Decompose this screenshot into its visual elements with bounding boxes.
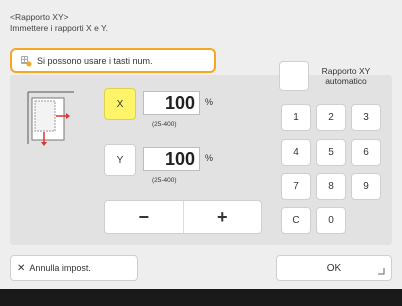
x-ratio-value: 100 — [164, 92, 195, 113]
ratio-stepper: − + — [104, 200, 262, 234]
x-unit: % — [205, 97, 214, 107]
y-range: (25-400) — [152, 177, 177, 184]
x-axis-button[interactable]: X — [104, 88, 136, 120]
y-axis-button[interactable]: Y — [104, 144, 136, 176]
key-7[interactable]: 7 — [281, 173, 311, 200]
auto-xy-ratio-label: Rapporto XY automatico — [316, 66, 376, 86]
decrease-button[interactable]: − — [105, 201, 183, 233]
cancel-settings-label: Annulla impost. — [29, 263, 91, 273]
ok-button[interactable]: OK — [276, 255, 392, 281]
y-ratio-field[interactable]: 100 — [143, 147, 200, 171]
close-icon: ✕ — [17, 262, 26, 274]
increase-button[interactable]: + — [184, 201, 262, 233]
key-clear[interactable]: C — [281, 207, 311, 234]
key-6[interactable]: 6 — [351, 139, 381, 166]
auto-xy-ratio-label-line1: Rapporto XY — [321, 66, 371, 76]
key-3[interactable]: 3 — [351, 104, 381, 131]
x-ratio-field[interactable]: 100 — [143, 91, 200, 115]
y-unit: % — [205, 153, 214, 163]
ok-label: OK — [326, 262, 342, 274]
y-axis-label: Y — [116, 154, 124, 166]
x-axis-label: X — [116, 98, 124, 110]
cancel-settings-button[interactable]: ✕ Annulla impost. — [10, 255, 138, 281]
numeric-keys-hint: Si possono usare i tasti num. — [10, 48, 216, 73]
y-ratio-value: 100 — [164, 148, 195, 169]
page-title: <Rapporto XY> — [10, 12, 69, 22]
key-0[interactable]: 0 — [316, 207, 346, 234]
page-subtitle: Immettere i rapporti X e Y. — [10, 23, 108, 33]
keypad-hint-icon — [20, 55, 32, 67]
x-range: (25-400) — [152, 121, 177, 128]
xy-ratio-preview-icon — [22, 88, 80, 150]
key-2[interactable]: 2 — [316, 104, 346, 131]
key-9[interactable]: 9 — [351, 173, 381, 200]
key-5[interactable]: 5 — [316, 139, 346, 166]
auto-xy-ratio-button[interactable] — [279, 61, 309, 91]
auto-xy-ratio-label-line2: automatico — [325, 76, 367, 86]
header: <Rapporto XY> Immettere i rapporti X e Y… — [10, 12, 108, 34]
status-bar — [0, 289, 402, 306]
key-8[interactable]: 8 — [316, 173, 346, 200]
key-1[interactable]: 1 — [281, 104, 311, 131]
hint-text: Si possono usare i tasti num. — [37, 55, 153, 66]
key-4[interactable]: 4 — [281, 139, 311, 166]
return-corner-icon — [378, 267, 385, 275]
